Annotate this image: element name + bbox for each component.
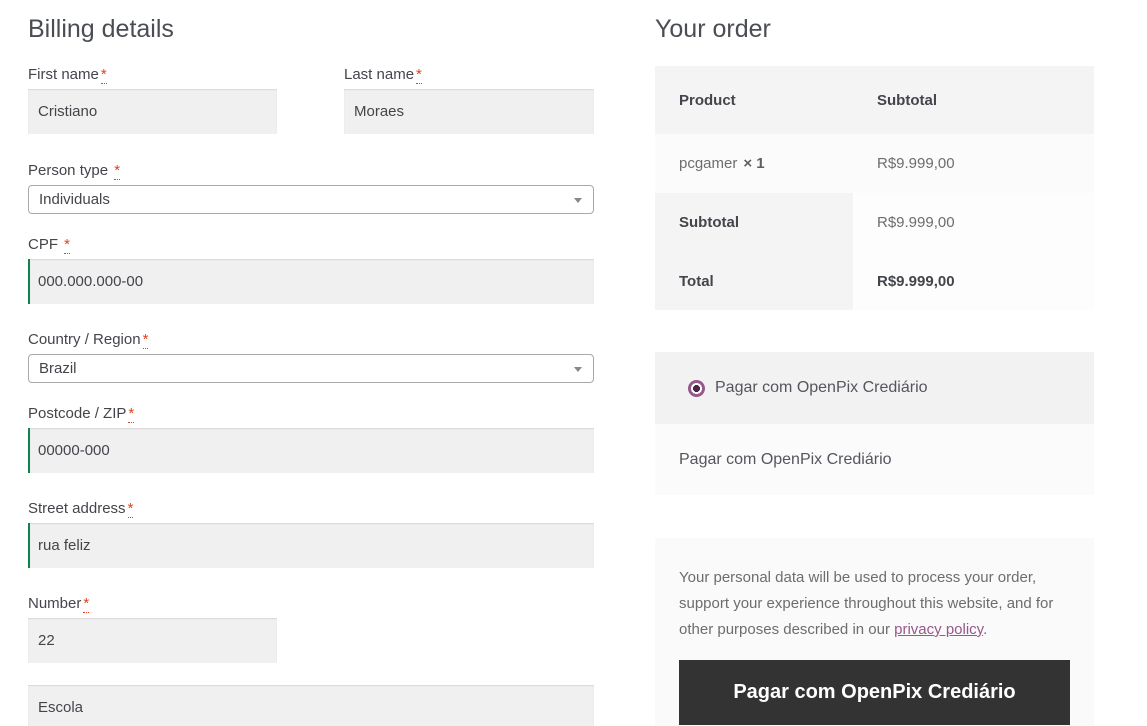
country-select[interactable]: Brazil: [28, 354, 594, 383]
product-column-header: Product: [655, 66, 853, 134]
subtotal-column-header: Subtotal: [853, 66, 1094, 134]
chevron-down-icon: [574, 367, 582, 372]
privacy-text-after: .: [983, 621, 987, 638]
required-asterisk: *: [128, 500, 134, 518]
last-name-label: Last name*: [344, 66, 594, 83]
cpf-input[interactable]: [28, 259, 594, 304]
line-item-price: R$9.999,00: [853, 134, 1094, 193]
last-name-label-text: Last name: [344, 66, 414, 83]
your-order-section: Your order Product Subtotal pcgamer × 1 …: [655, 0, 1094, 726]
billing-details-section: Billing details First name* Last name* P…: [28, 0, 594, 726]
last-name-field: Last name*: [344, 66, 594, 134]
number-field: Number*: [28, 595, 594, 663]
total-value: R$9.999,00: [853, 252, 1094, 310]
country-label: Country / Region*: [28, 331, 594, 348]
number-label-text: Number: [28, 595, 81, 612]
person-type-field: Person type * Individuals: [28, 162, 594, 214]
chevron-down-icon: [574, 198, 582, 203]
payment-method-label: Pagar com OpenPix Crediário: [715, 379, 928, 397]
neighborhood-input[interactable]: [28, 685, 594, 726]
order-table-header: Product Subtotal: [655, 66, 1094, 134]
required-asterisk: *: [101, 66, 107, 84]
subtotal-label: Subtotal: [655, 193, 853, 252]
number-input[interactable]: [28, 618, 277, 663]
product-name: pcgamer: [679, 155, 737, 172]
order-review-table: Product Subtotal pcgamer × 1 R$9.999,00 …: [655, 66, 1094, 310]
cpf-field: CPF *: [28, 236, 594, 304]
person-type-label: Person type *: [28, 162, 594, 179]
number-label: Number*: [28, 595, 594, 612]
payment-method-radio[interactable]: [688, 380, 705, 397]
billing-title: Billing details: [28, 14, 594, 44]
last-name-input[interactable]: [344, 89, 594, 134]
payment-methods: Pagar com OpenPix Crediário Pagar com Op…: [655, 352, 1094, 495]
required-asterisk: *: [128, 405, 134, 423]
required-asterisk: *: [64, 236, 70, 254]
first-name-field: First name*: [28, 66, 277, 134]
order-line-item: pcgamer × 1 R$9.999,00: [655, 134, 1094, 193]
cpf-label-text: CPF: [28, 236, 58, 253]
country-field: Country / Region* Brazil: [28, 331, 594, 383]
required-asterisk: *: [114, 162, 120, 180]
order-subtotal-row: Subtotal R$9.999,00: [655, 193, 1094, 252]
privacy-notice: Your personal data will be used to proce…: [679, 565, 1070, 643]
product-quantity: × 1: [743, 155, 764, 172]
country-label-text: Country / Region: [28, 331, 141, 348]
required-asterisk: *: [416, 66, 422, 84]
privacy-policy-link[interactable]: privacy policy: [894, 621, 983, 638]
first-name-label-text: First name: [28, 66, 99, 83]
street-address-input[interactable]: [28, 523, 594, 568]
required-asterisk: *: [83, 595, 89, 613]
order-title: Your order: [655, 14, 1094, 44]
subtotal-value: R$9.999,00: [853, 193, 1094, 252]
name-row: First name* Last name*: [28, 66, 594, 134]
person-type-select[interactable]: Individuals: [28, 185, 594, 214]
postcode-label-text: Postcode / ZIP: [28, 405, 126, 422]
first-name-input[interactable]: [28, 89, 277, 134]
first-name-label: First name*: [28, 66, 277, 83]
line-item-name-cell: pcgamer × 1: [655, 134, 853, 193]
payment-method-option[interactable]: Pagar com OpenPix Crediário: [655, 352, 1094, 424]
payment-method-description: Pagar com OpenPix Crediário: [655, 424, 1094, 495]
order-total-row: Total R$9.999,00: [655, 252, 1094, 310]
place-order-button[interactable]: Pagar com OpenPix Crediário: [679, 660, 1070, 725]
person-type-selected-value: Individuals: [39, 191, 110, 208]
privacy-text-before: Your personal data will be used to proce…: [679, 569, 1053, 638]
person-type-label-text: Person type: [28, 162, 108, 179]
street-address-label: Street address*: [28, 500, 594, 517]
street-address-field: Street address*: [28, 500, 594, 568]
postcode-input[interactable]: [28, 428, 594, 473]
street-address-label-text: Street address: [28, 500, 126, 517]
postcode-label: Postcode / ZIP*: [28, 405, 594, 422]
postcode-field: Postcode / ZIP*: [28, 405, 594, 473]
cpf-label: CPF *: [28, 236, 594, 253]
neighborhood-field: [28, 685, 594, 726]
total-label: Total: [655, 252, 853, 310]
required-asterisk: *: [143, 331, 149, 349]
place-order-area: Your personal data will be used to proce…: [655, 538, 1094, 726]
country-selected-value: Brazil: [39, 360, 77, 377]
